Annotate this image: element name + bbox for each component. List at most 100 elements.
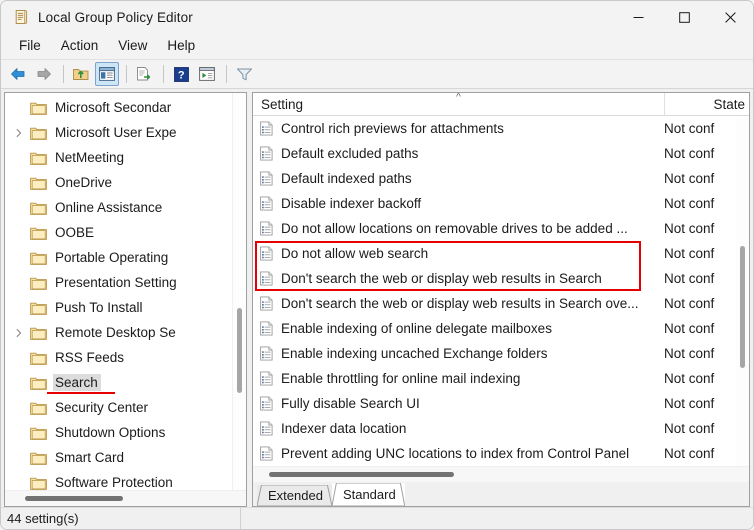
toolbar-separator-4: [226, 65, 227, 83]
tab-extended-label: Extended: [268, 488, 323, 503]
tab-standard[interactable]: Standard: [332, 483, 405, 506]
tree-item-search[interactable]: Search: [5, 370, 246, 395]
tab-extended[interactable]: Extended: [257, 485, 332, 506]
tree-horizontal-scroll-thumb[interactable]: [25, 496, 123, 501]
title-bar: Local Group Policy Editor: [1, 1, 753, 33]
properties-icon[interactable]: [195, 62, 219, 86]
chevron-right-icon[interactable]: [11, 325, 27, 341]
setting-name: Do not allow web search: [281, 246, 662, 261]
table-row[interactable]: Don't search the web or display web resu…: [253, 291, 749, 316]
policy-setting-icon: [259, 321, 275, 337]
tree-item-oobe[interactable]: OOBE: [5, 220, 246, 245]
policy-setting-icon: [259, 346, 275, 362]
tree-item-push-to-install[interactable]: Push To Install: [5, 295, 246, 320]
setting-name: Enable throttling for online mail indexi…: [281, 371, 662, 386]
tree-item-onedrive[interactable]: OneDrive: [5, 170, 246, 195]
setting-name: Fully disable Search UI: [281, 396, 662, 411]
table-row[interactable]: Enable indexing uncached Exchange folder…: [253, 341, 749, 366]
folder-icon: [30, 451, 47, 465]
policy-setting-icon: [259, 196, 275, 212]
tree-item-smart-card[interactable]: Smart Card: [5, 445, 246, 470]
setting-name: Indexer data location: [281, 421, 662, 436]
table-row[interactable]: Don't search the web or display web resu…: [253, 266, 749, 291]
local-group-policy-editor-window: Local Group Policy Editor File Action Vi…: [0, 0, 754, 530]
tree-item-netmeeting[interactable]: NetMeeting: [5, 145, 246, 170]
setting-name: Enable indexing uncached Exchange folder…: [281, 346, 662, 361]
tree-item-label: Remote Desktop Se: [53, 324, 179, 341]
table-row[interactable]: Enable indexing of online delegate mailb…: [253, 316, 749, 341]
table-row[interactable]: Indexer data locationNot conf: [253, 416, 749, 441]
folder-icon: [30, 176, 47, 190]
setting-name: Default excluded paths: [281, 146, 662, 161]
list-horizontal-scrollbar[interactable]: [253, 466, 749, 482]
console-tree-pane: Microsoft SecondarMicrosoft User ExpeNet…: [4, 92, 247, 507]
help-icon[interactable]: ?: [169, 62, 193, 86]
maximize-button[interactable]: [661, 1, 707, 33]
export-list-icon[interactable]: [132, 62, 156, 86]
window-title: Local Group Policy Editor: [38, 10, 193, 25]
tree-item-presentation-setting[interactable]: Presentation Setting: [5, 270, 246, 295]
folder-icon: [30, 426, 47, 440]
tree-item-label: OOBE: [53, 224, 97, 241]
column-header-setting-label: Setting: [261, 97, 303, 112]
close-button[interactable]: [707, 1, 753, 33]
folder-icon: [30, 351, 47, 365]
list-header: Setting ^ State: [253, 93, 749, 116]
menu-view[interactable]: View: [108, 35, 157, 57]
tree-item-shutdown-options[interactable]: Shutdown Options: [5, 420, 246, 445]
tree-horizontal-scrollbar[interactable]: [5, 490, 246, 506]
folder-icon: [30, 376, 47, 390]
column-header-state[interactable]: State: [664, 93, 749, 115]
show-hide-console-tree-icon[interactable]: [95, 62, 119, 86]
table-row[interactable]: Disable indexer backoffNot conf: [253, 191, 749, 216]
settings-list[interactable]: Control rich previews for attachmentsNot…: [253, 116, 749, 466]
setting-name: Disable indexer backoff: [281, 196, 662, 211]
tree-item-remote-desktop-se[interactable]: Remote Desktop Se: [5, 320, 246, 345]
table-row[interactable]: Do not allow locations on removable driv…: [253, 216, 749, 241]
tree-item-software-protection[interactable]: Software Protection: [5, 470, 246, 490]
chevron-right-icon[interactable]: [11, 125, 27, 141]
table-row[interactable]: Control rich previews for attachmentsNot…: [253, 116, 749, 141]
tree-item-label: Presentation Setting: [53, 274, 180, 291]
policy-setting-icon: [259, 121, 275, 137]
policy-setting-icon: [259, 421, 275, 437]
policy-setting-icon: [259, 296, 275, 312]
tree-item-label: Portable Operating: [53, 249, 171, 266]
list-vertical-scroll-thumb[interactable]: [740, 246, 745, 368]
forward-icon[interactable]: [32, 62, 56, 86]
tree-item-security-center[interactable]: Security Center: [5, 395, 246, 420]
menu-help[interactable]: Help: [157, 35, 205, 57]
up-one-level-icon[interactable]: [69, 62, 93, 86]
policy-tree[interactable]: Microsoft SecondarMicrosoft User ExpeNet…: [5, 93, 246, 490]
menu-action[interactable]: Action: [51, 35, 109, 57]
menu-file[interactable]: File: [9, 35, 51, 57]
folder-icon: [30, 201, 47, 215]
tree-item-label: Online Assistance: [53, 199, 165, 216]
folder-icon: [30, 301, 47, 315]
table-row[interactable]: Enable throttling for online mail indexi…: [253, 366, 749, 391]
column-header-setting[interactable]: Setting ^: [253, 93, 664, 115]
filter-icon[interactable]: [232, 62, 256, 86]
back-icon[interactable]: [6, 62, 30, 86]
list-vertical-scrollbar[interactable]: [736, 116, 749, 466]
policy-setting-icon: [259, 171, 275, 187]
table-row[interactable]: Prevent adding UNC locations to index fr…: [253, 441, 749, 466]
svg-text:?: ?: [177, 69, 184, 81]
list-horizontal-scroll-thumb[interactable]: [269, 472, 454, 477]
table-row[interactable]: Do not allow web searchNot conf: [253, 241, 749, 266]
table-row[interactable]: Default excluded pathsNot conf: [253, 141, 749, 166]
table-row[interactable]: Default indexed pathsNot conf: [253, 166, 749, 191]
toolbar-separator: [63, 65, 64, 83]
tree-item-rss-feeds[interactable]: RSS Feeds: [5, 345, 246, 370]
tree-item-microsoft-user-expe[interactable]: Microsoft User Expe: [5, 120, 246, 145]
tree-item-portable-operating[interactable]: Portable Operating: [5, 245, 246, 270]
tree-item-online-assistance[interactable]: Online Assistance: [5, 195, 246, 220]
tree-item-label: Security Center: [53, 399, 151, 416]
minimize-button[interactable]: [615, 1, 661, 33]
setting-name: Don't search the web or display web resu…: [281, 296, 662, 311]
settings-list-pane: Setting ^ State Control rich previews fo…: [252, 92, 750, 507]
folder-icon: [30, 476, 47, 490]
setting-name: Default indexed paths: [281, 171, 662, 186]
table-row[interactable]: Fully disable Search UINot conf: [253, 391, 749, 416]
tree-item-microsoft-secondar[interactable]: Microsoft Secondar: [5, 95, 246, 120]
